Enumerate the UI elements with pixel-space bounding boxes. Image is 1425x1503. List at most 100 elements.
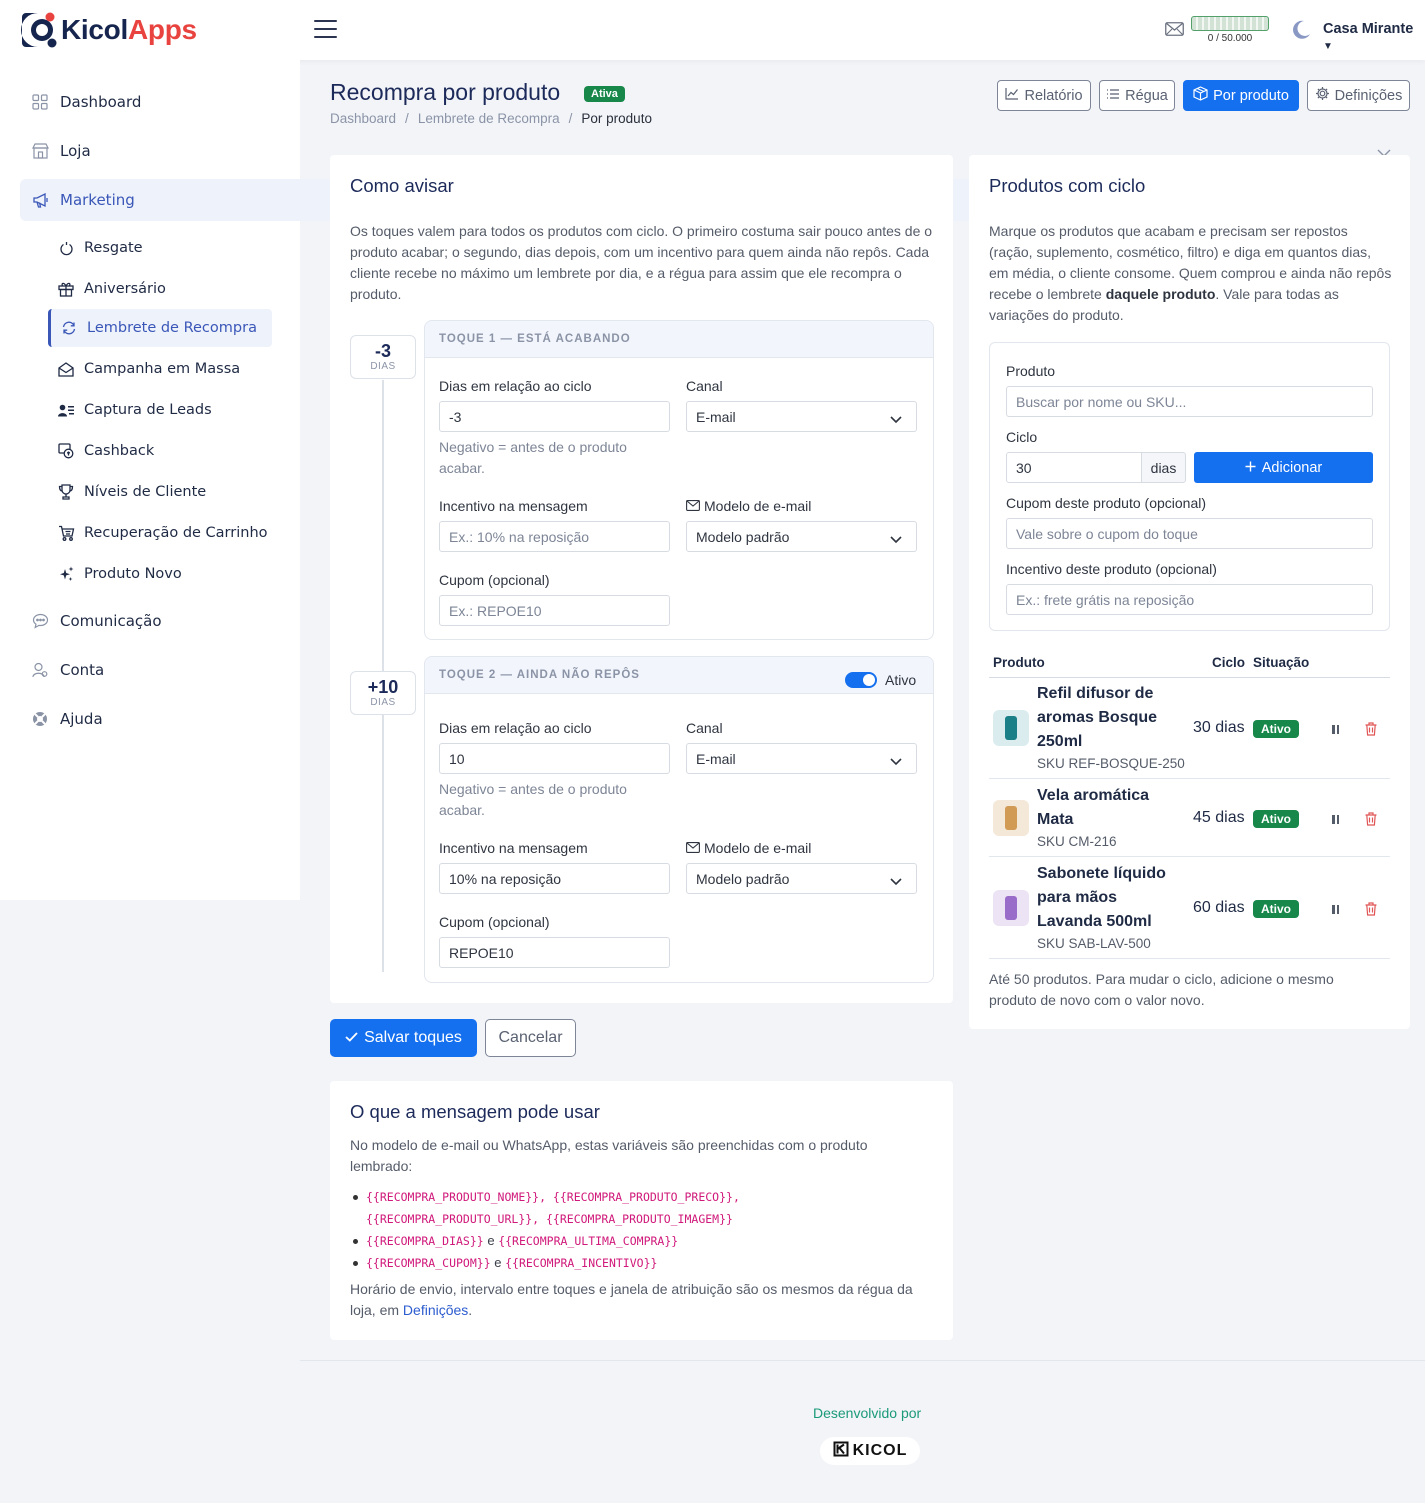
product-name-line: Vela aromática xyxy=(1037,787,1150,804)
lifebuoy-icon xyxy=(20,711,60,727)
product-cycle: 30 dias xyxy=(1193,719,1245,736)
incentivo-produto-label: Incentivo deste produto (opcional) xyxy=(1006,561,1217,577)
touch1-modelo-label: Modelo de e-mail xyxy=(686,498,811,514)
sidebar-subitem-label: Resgate xyxy=(84,240,143,256)
sidebar-subitem-resgate[interactable]: Resgate xyxy=(48,229,272,267)
sidebar-subitem-cashback[interactable]: Cashback xyxy=(48,432,272,470)
page-title: Recompra por produto xyxy=(330,79,561,105)
pause-icon[interactable] xyxy=(1332,725,1340,734)
variable-code: {{RECOMPRA_CUPOM}} xyxy=(366,1256,491,1270)
product-name: Sabonete líquido para mãos Lavanda 500ml xyxy=(1037,862,1166,934)
trophy-icon xyxy=(48,484,84,500)
tab-label: Relatório xyxy=(1024,87,1083,104)
cupom-produto-input[interactable]: Vale sobre o cupom do toque xyxy=(1006,518,1373,549)
product-thumbnail xyxy=(993,710,1029,746)
envelope-icon xyxy=(686,498,700,514)
touch1-modelo-value: Modelo padrão xyxy=(696,528,790,545)
envelope-icon[interactable] xyxy=(1165,22,1184,40)
store-icon xyxy=(20,143,60,159)
touch2-dias-input[interactable]: 10 xyxy=(439,743,670,774)
sidebar-subitem-niveis-cliente[interactable]: Níveis de Cliente xyxy=(48,473,272,511)
definicoes-link[interactable]: Definições xyxy=(403,1302,468,1318)
kicol-logo[interactable]: KICOL xyxy=(820,1437,920,1465)
variaveis-intro: No modelo de e-mail ou WhatsApp, estas v… xyxy=(350,1137,868,1174)
produto-search-input[interactable]: Buscar por nome ou SKU... xyxy=(1006,386,1373,417)
sidebar-subitem-aniversario[interactable]: Aniversário xyxy=(48,270,272,308)
incentivo-produto-input[interactable]: Ex.: frete grátis na reposição xyxy=(1006,584,1373,615)
touch1-canal-value: E-mail xyxy=(696,408,736,425)
kicolapps-logo[interactable]: KicolApps xyxy=(20,11,197,49)
touch2-canal-select[interactable]: E-mail xyxy=(686,743,917,774)
touch2-modelo-select[interactable]: Modelo padrão xyxy=(686,863,917,894)
save-touches-button[interactable]: Salvar toques xyxy=(330,1019,477,1057)
breadcrumb-dashboard[interactable]: Dashboard xyxy=(330,111,396,126)
kicol-logo-text: KICOL xyxy=(852,1442,908,1459)
product-name: Vela aromática Mata xyxy=(1037,784,1149,832)
chat-icon xyxy=(20,613,60,629)
touch1-dias-input[interactable]: -3 xyxy=(439,401,670,432)
gear-icon xyxy=(1315,86,1330,105)
save-touches-label: Salvar toques xyxy=(364,1029,462,1046)
ciclo-input[interactable]: 30 xyxy=(1006,452,1142,483)
touch1-canal-select[interactable]: E-mail xyxy=(686,401,917,432)
user-menu[interactable]: Casa Mirante ▼ xyxy=(1323,21,1425,53)
cancel-button[interactable]: Cancelar xyxy=(485,1019,576,1057)
variables-item: {{RECOMPRA_CUPOM}} e {{RECOMPRA_INCENTIV… xyxy=(350,1252,940,1274)
touch2-incentivo-label: Incentivo na mensagem xyxy=(439,840,588,856)
touch1-incentivo-input[interactable]: Ex.: 10% na reposição xyxy=(439,521,670,552)
variables-item: {{RECOMPRA_DIAS}} e {{RECOMPRA_ULTIMA_CO… xyxy=(350,1230,940,1252)
produtos-desc-bold: daquele produto xyxy=(1105,286,1216,302)
ciclo-unit: dias xyxy=(1141,452,1186,483)
touch2-cupom-label: Cupom (opcional) xyxy=(439,914,550,930)
pause-icon[interactable] xyxy=(1332,905,1340,914)
product-sku: SKU REF-BOSQUE-250 xyxy=(1037,756,1185,771)
tab-definicoes[interactable]: Definições xyxy=(1307,80,1410,111)
touch2-cupom-input[interactable]: REPOE10 xyxy=(439,937,670,968)
pause-icon[interactable] xyxy=(1332,815,1340,824)
breadcrumb-lembrete[interactable]: Lembrete de Recompra xyxy=(418,111,560,126)
sidebar-subitem-lembrete-recompra[interactable]: Lembrete de Recompra xyxy=(48,309,272,347)
credits-bar xyxy=(1191,16,1269,31)
tab-relatorio[interactable]: Relatório xyxy=(997,80,1091,111)
product-thumbnail xyxy=(993,800,1029,836)
menu-toggle-icon[interactable] xyxy=(314,20,337,38)
cupom-produto-label: Cupom deste produto (opcional) xyxy=(1006,495,1207,511)
tab-label: Definições xyxy=(1334,87,1403,104)
trash-icon[interactable] xyxy=(1365,902,1377,920)
touch2-active-toggle[interactable] xyxy=(845,672,877,688)
moon-icon[interactable] xyxy=(1290,19,1312,45)
product-name-line: Refil difusor de xyxy=(1037,685,1154,702)
product-status-badge: Ativo xyxy=(1253,720,1299,738)
sidebar-subitem-label: Captura de Leads xyxy=(84,402,212,418)
product-name-line: 250ml xyxy=(1037,733,1083,750)
trash-icon[interactable] xyxy=(1365,812,1377,830)
product-status-badge: Ativo xyxy=(1253,810,1299,828)
trash-icon[interactable] xyxy=(1365,722,1377,740)
touch1-modelo-select[interactable]: Modelo padrão xyxy=(686,521,917,552)
product-cycle: 45 dias xyxy=(1193,809,1245,826)
person-lines-icon xyxy=(48,404,84,417)
produto-label: Produto xyxy=(1006,363,1056,379)
sidebar-subitem-campanha-massa[interactable]: Campanha em Massa xyxy=(48,350,272,388)
sidebar-subitem-captura-leads[interactable]: Captura de Leads xyxy=(48,391,272,429)
tab-regua[interactable]: Régua xyxy=(1099,80,1175,111)
sidebar-item-label: Ajuda xyxy=(60,710,103,728)
sidebar-subitem-produto-novo[interactable]: Produto Novo xyxy=(48,555,272,593)
product-thumbnail xyxy=(993,890,1029,926)
touch2-modelo-value: Modelo padrão xyxy=(696,870,790,887)
breadcrumb: Dashboard / Lembrete de Recompra / Por produ… xyxy=(330,111,652,126)
tab-por-produto[interactable]: Por produto xyxy=(1183,80,1299,111)
touch1-cupom-input[interactable]: Ex.: REPOE10 xyxy=(439,595,670,626)
variaveis-footer-end: . xyxy=(468,1302,473,1318)
add-product-button[interactable]: Adicionar xyxy=(1194,452,1373,483)
sidebar-subitem-recuperacao-carrinho[interactable]: Recuperação de Carrinho xyxy=(48,514,272,552)
variables-item: {{RECOMPRA_PRODUTO_NOME}}, {{RECOMPRA_PR… xyxy=(350,1186,940,1230)
sidebar-subitem-label: Lembrete de Recompra xyxy=(87,320,257,336)
col-header-ciclo: Ciclo xyxy=(1212,655,1246,670)
touch1-incentivo-label: Incentivo na mensagem xyxy=(439,498,588,514)
variable-code: {{RECOMPRA_PRODUTO_NOME}}, {{RECOMPRA_PR… xyxy=(366,1190,740,1204)
product-sku: SKU SAB-LAV-500 xyxy=(1037,936,1151,951)
check-icon xyxy=(345,1029,358,1047)
touch2-canal-value: E-mail xyxy=(696,750,736,767)
touch2-incentivo-input[interactable]: 10% na reposição xyxy=(439,863,670,894)
